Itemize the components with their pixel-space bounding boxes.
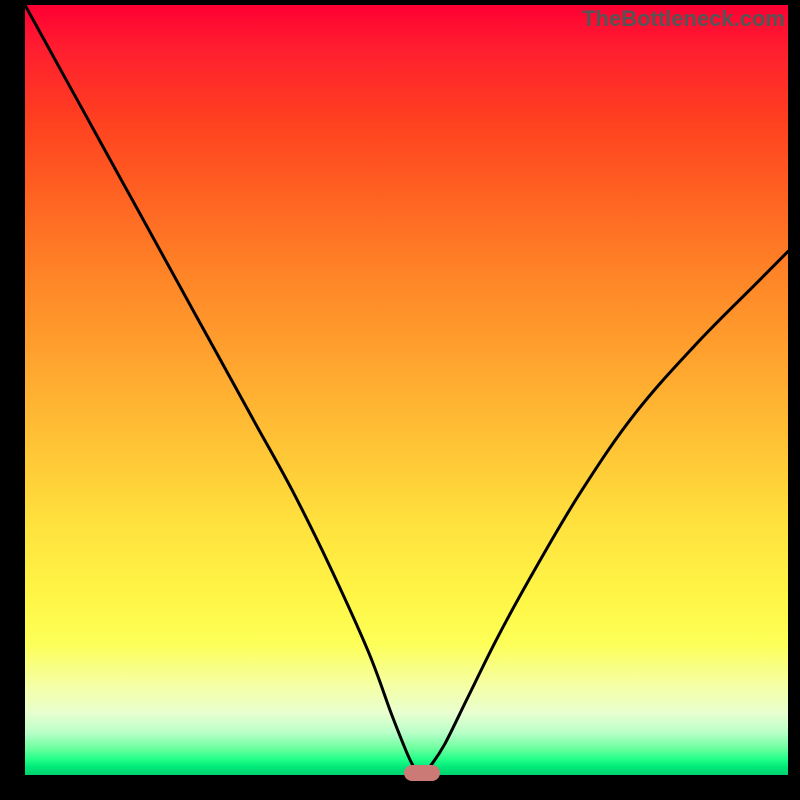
watermark-text: TheBottleneck.com	[582, 6, 785, 32]
optimum-marker	[404, 765, 440, 781]
bottleneck-curve	[25, 5, 788, 775]
plot-area	[25, 5, 788, 775]
chart-frame: TheBottleneck.com	[0, 0, 800, 800]
